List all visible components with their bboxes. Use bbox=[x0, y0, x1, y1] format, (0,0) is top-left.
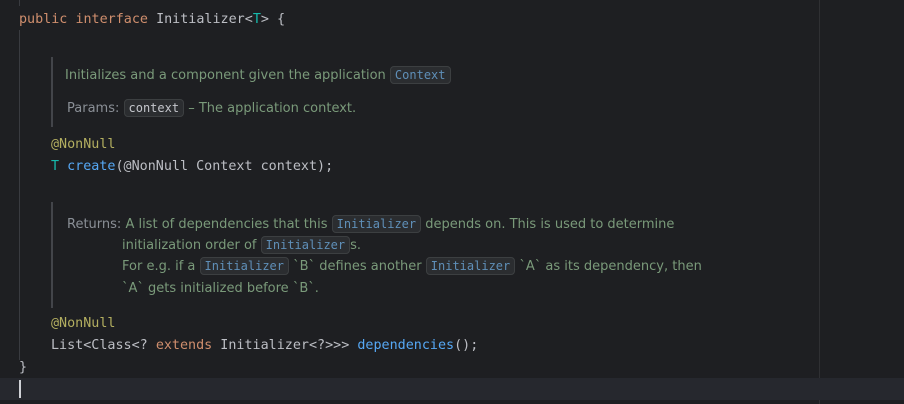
interface-declaration-line[interactable]: public interface Initializer<T> { bbox=[19, 11, 285, 29]
closing-brace: } bbox=[19, 360, 28, 375]
initializer-link-4[interactable]: Initializer bbox=[425, 257, 516, 275]
returns-label: Returns: bbox=[67, 217, 122, 232]
doc-deps-line-4: `A` gets initialized before `B`. bbox=[122, 278, 319, 299]
doc-deps-text-3a: For e.g. if a bbox=[122, 259, 196, 274]
text-caret bbox=[19, 380, 21, 398]
doc-deps-line-1: Returns: A list of dependencies that thi… bbox=[67, 214, 674, 235]
current-line-highlight bbox=[0, 378, 904, 400]
return-type: T bbox=[51, 159, 60, 174]
context-link[interactable]: Context bbox=[389, 66, 451, 84]
type-parameter: T bbox=[252, 12, 261, 27]
dependencies-method-line[interactable]: List<Class<? extends Initializer<?>>> de… bbox=[51, 337, 478, 355]
doc-deps-text-3c: `A` as its dependency, then bbox=[519, 259, 702, 274]
create-method-line[interactable]: T create(@NonNull Context context); bbox=[51, 158, 333, 176]
right-margin-guide bbox=[819, 0, 820, 404]
doc-create-params: Params: context – The application contex… bbox=[67, 98, 356, 119]
nonnull-annotation: @NonNull bbox=[51, 137, 116, 152]
doc-comment-bar-dependencies bbox=[51, 202, 53, 308]
doc-deps-text-4: `A` gets initialized before `B`. bbox=[122, 281, 319, 296]
param-description: – The application context. bbox=[188, 101, 357, 116]
indent-guide-interface bbox=[19, 30, 20, 360]
extends-keyword: extends bbox=[155, 338, 213, 353]
indent-guide-top bbox=[19, 0, 20, 6]
dependencies-annotation-line[interactable]: @NonNull bbox=[51, 315, 116, 333]
doc-deps-line-3: For e.g. if a Initializer `B` defines an… bbox=[122, 256, 702, 277]
initializer-link-3[interactable]: Initializer bbox=[199, 257, 290, 275]
doc-deps-text-3b: `B` defines another bbox=[293, 259, 422, 274]
list-type-middle: Initializer<?>>> bbox=[212, 338, 358, 353]
doc-deps-text-1b: depends on. This is used to determine bbox=[425, 217, 675, 232]
dependencies-method-name: dependencies bbox=[357, 338, 455, 353]
doc-deps-text-2a: initialization order of bbox=[122, 238, 257, 253]
type-open-bracket: < bbox=[244, 12, 253, 27]
create-method-name: create bbox=[67, 159, 116, 174]
create-annotation-line[interactable]: @NonNull bbox=[51, 136, 116, 154]
doc-deps-line-2: initialization order of Initializer s. bbox=[122, 235, 361, 256]
code-editor[interactable]: public interface Initializer<T> { Initia… bbox=[0, 0, 904, 404]
public-keyword: public bbox=[19, 12, 68, 27]
nonnull-annotation-2: @NonNull bbox=[51, 316, 116, 331]
type-close-and-brace: > { bbox=[260, 12, 286, 27]
closing-brace-line[interactable]: } bbox=[19, 359, 27, 377]
doc-deps-text-1a: A list of dependencies that this bbox=[125, 217, 328, 232]
list-type-prefix: List<Class<? bbox=[51, 338, 156, 353]
param-name-context: context bbox=[123, 99, 185, 117]
interface-name: Initializer bbox=[156, 12, 245, 27]
initializer-link-2[interactable]: Initializer bbox=[260, 236, 351, 254]
initializer-link-1[interactable]: Initializer bbox=[331, 215, 422, 233]
create-params: (@NonNull Context context); bbox=[115, 159, 334, 174]
doc-create-summary: Initializes and a component given the ap… bbox=[65, 65, 451, 86]
doc-create-summary-text: Initializes and a component given the ap… bbox=[65, 68, 386, 83]
doc-deps-text-2b: s. bbox=[350, 238, 362, 253]
doc-comment-bar-create bbox=[51, 57, 53, 127]
dependencies-suffix: (); bbox=[454, 338, 479, 353]
interface-keyword: interface bbox=[75, 12, 148, 27]
params-label: Params: bbox=[67, 101, 120, 116]
